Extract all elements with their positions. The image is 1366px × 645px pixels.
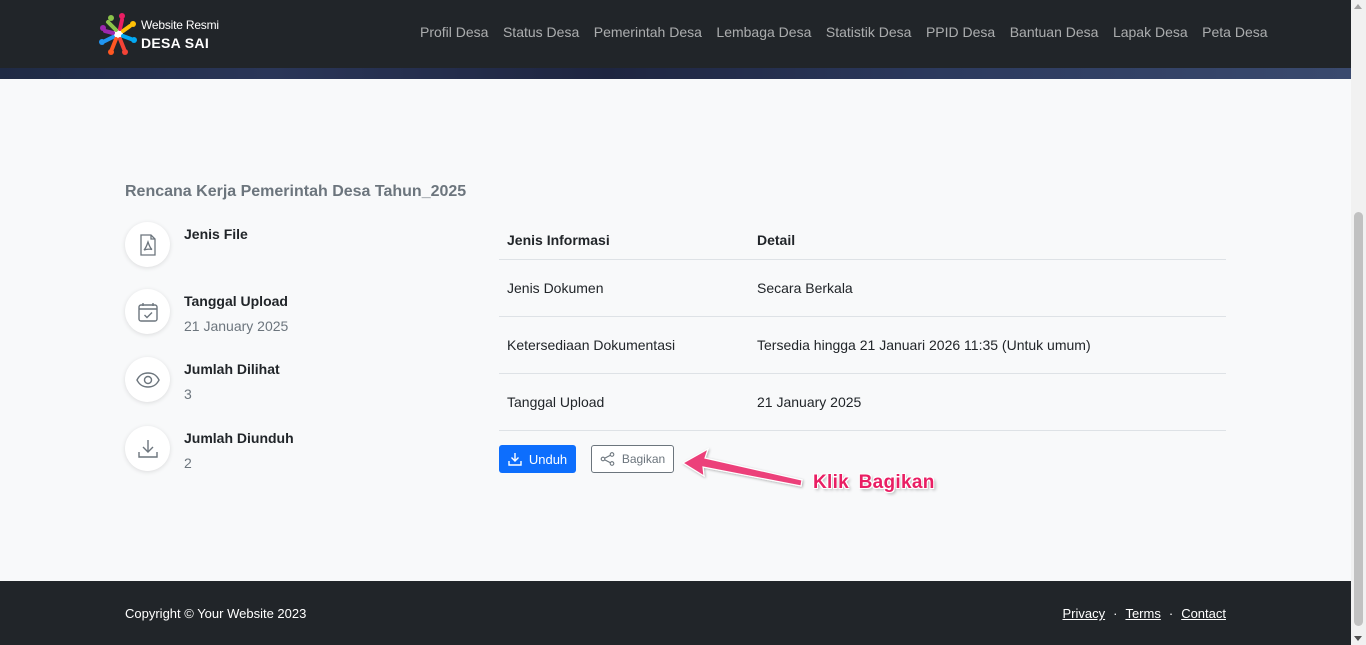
- footer-links: Privacy · Terms · Contact: [1062, 606, 1226, 621]
- nav-item-ppid-desa[interactable]: PPID Desa: [926, 24, 995, 40]
- main-nav: Profil Desa Status Desa Pemerintah Desa …: [420, 24, 1282, 40]
- table-cell: Jenis Dokumen: [499, 259, 749, 317]
- info-value: 21 January 2025: [184, 318, 289, 334]
- scrollbar-thumb[interactable]: [1354, 212, 1363, 626]
- footer-link-contact[interactable]: Contact: [1181, 606, 1226, 621]
- document-info-table: Jenis Informasi Detail Jenis Dokumen Sec…: [499, 222, 1226, 431]
- info-label: Tanggal Upload: [184, 293, 288, 309]
- scroll-down-arrow-icon[interactable]: [1354, 636, 1362, 641]
- footer-link-terms[interactable]: Terms: [1125, 606, 1160, 621]
- download-button[interactable]: Unduh: [499, 445, 576, 473]
- footer: Copyright © Your Website 2023 Privacy · …: [0, 581, 1351, 645]
- table-cell: Tanggal Upload: [499, 373, 749, 431]
- pdf-file-icon: [125, 222, 170, 267]
- table-cell: Tersedia hingga 21 Januari 2026 11:35 (U…: [749, 316, 1226, 374]
- share-icon: [600, 452, 615, 466]
- footer-link-privacy[interactable]: Privacy: [1062, 606, 1105, 621]
- navbar: Website Resmi DESA SAI Profil Desa Statu…: [0, 0, 1351, 68]
- nav-item-lapak-desa[interactable]: Lapak Desa: [1113, 24, 1188, 40]
- info-item-upload-date: Tanggal Upload 21 January 2025: [125, 289, 288, 334]
- footer-separator: ·: [1168, 606, 1174, 621]
- table-header: Detail: [749, 222, 1226, 260]
- info-value: 3: [184, 386, 192, 402]
- nav-item-pemerintah-desa[interactable]: Pemerintah Desa: [594, 24, 702, 40]
- table-header-row: Jenis Informasi Detail: [499, 222, 1226, 260]
- brand[interactable]: Website Resmi DESA SAI: [98, 12, 219, 56]
- calendar-check-icon: [125, 289, 170, 334]
- table-cell: 21 January 2025: [749, 373, 1226, 431]
- table-cell: Ketersediaan Dokumentasi: [499, 316, 749, 374]
- share-button-label: Bagikan: [621, 452, 666, 466]
- eye-icon: [125, 357, 170, 402]
- info-item-downloads: Jumlah Diunduh 2: [125, 426, 294, 471]
- scroll-up-arrow-icon[interactable]: [1354, 4, 1362, 9]
- copyright-text: Copyright © Your Website 2023: [125, 606, 307, 621]
- download-button-label: Unduh: [528, 451, 568, 467]
- nav-item-bantuan-desa[interactable]: Bantuan Desa: [1010, 24, 1099, 40]
- brand-subtitle: Website Resmi: [141, 18, 219, 32]
- info-value: 2: [184, 455, 192, 471]
- annotation-label: Klik Bagikan: [813, 472, 935, 493]
- info-item-file-type: Jenis File: [125, 222, 248, 267]
- table-row: Jenis Dokumen Secara Berkala: [499, 259, 1226, 317]
- info-label: Jenis File: [184, 226, 248, 242]
- info-item-views: Jumlah Dilihat 3: [125, 357, 280, 402]
- share-button[interactable]: Bagikan: [591, 445, 674, 473]
- nav-item-profil-desa[interactable]: Profil Desa: [420, 24, 488, 40]
- table-row: Tanggal Upload 21 January 2025: [499, 373, 1226, 431]
- info-label: Jumlah Dilihat: [184, 361, 280, 377]
- village-logo-icon: [98, 12, 138, 56]
- brand-title: DESA SAI: [141, 35, 210, 51]
- table-cell: Secara Berkala: [749, 259, 1226, 317]
- document-title: Rencana Kerja Pemerintah Desa Tahun_2025: [125, 183, 467, 200]
- download-icon: [508, 453, 522, 466]
- table-header: Jenis Informasi: [499, 222, 749, 260]
- page-scrollbar[interactable]: [1351, 0, 1366, 645]
- download-icon: [125, 426, 170, 471]
- nav-item-lembaga-desa[interactable]: Lembaga Desa: [716, 24, 811, 40]
- footer-separator: ·: [1113, 606, 1118, 621]
- nav-item-statistik-desa[interactable]: Statistik Desa: [826, 24, 912, 40]
- nav-item-status-desa[interactable]: Status Desa: [503, 24, 579, 40]
- table-row: Ketersediaan Dokumentasi Tersedia hingga…: [499, 316, 1226, 374]
- hero-banner-edge: [0, 68, 1351, 79]
- nav-item-peta-desa[interactable]: Peta Desa: [1202, 24, 1267, 40]
- annotation-arrow-icon: [681, 447, 803, 487]
- info-label: Jumlah Diunduh: [184, 430, 294, 446]
